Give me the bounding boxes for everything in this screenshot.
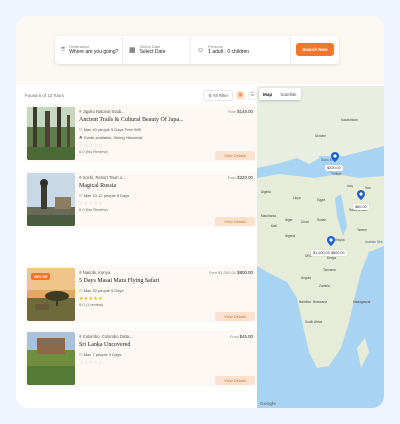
- filter-label: All Filter: [212, 92, 228, 98]
- country-label: Egypt: [317, 198, 326, 202]
- map-pin-icon[interactable]: [327, 236, 335, 246]
- map-pin-icon[interactable]: [357, 190, 365, 200]
- country-label: Ukraine: [315, 134, 326, 138]
- tour-card[interactable]: ⌾ Sochi, Resort Town o... From$220.00 Ma…: [25, 171, 257, 228]
- tour-price: From$45.00: [230, 334, 253, 339]
- tour-map[interactable]: Map Satellite Ukraine Kazakhstan Black S…: [257, 86, 384, 408]
- country-label: Kazakhstan: [341, 118, 358, 122]
- search-banner: ⌾ Destination Where are you going? ▦ Sel…: [16, 16, 384, 84]
- country-label: Iraq: [347, 184, 353, 188]
- tour-price: From$220.00: [227, 175, 253, 180]
- sea-label: Arabian Sea: [365, 240, 383, 244]
- tour-card[interactable]: ⌾ Colombo, Colombo Dista... From$45.00 S…: [25, 330, 257, 387]
- tour-image-srilanka[interactable]: [27, 332, 75, 385]
- tour-title[interactable]: Ancient Trails & Cultural Beauty Of Japa…: [79, 117, 255, 124]
- persons-field[interactable]: ☺ Persons 1 adult , 0 children: [191, 36, 291, 64]
- country-label: Tanzania: [323, 268, 336, 272]
- view-details-button[interactable]: View Details: [215, 312, 255, 321]
- map-type-toggle[interactable]: Map Satellite: [259, 88, 301, 100]
- country-label: Niger: [285, 218, 293, 222]
- country-label: Zambia: [319, 284, 330, 288]
- tour-title[interactable]: Sri Lanka Uncovered: [79, 342, 255, 349]
- tour-image-russia[interactable]: [27, 173, 75, 226]
- tour-count: Found 6 of 13 Tours: [25, 92, 64, 98]
- tour-meta: ⚇ Max 30 people 5 Days: [79, 288, 124, 293]
- country-label: Iran: [365, 186, 371, 190]
- satellite-tab[interactable]: Satellite: [276, 88, 300, 100]
- location-pin-icon: ⌾: [79, 334, 82, 339]
- country-label: Mauritania: [261, 214, 276, 218]
- country-label: Botswana: [313, 300, 327, 304]
- country-label: Kenya: [327, 256, 337, 260]
- page-frame: ⌾ Destination Where are you going? ▦ Sel…: [16, 16, 384, 408]
- country-label: Angola: [301, 276, 311, 280]
- date-field[interactable]: ▦ Select Date Select Date: [123, 36, 191, 64]
- rating-text: 5.0 (1 review): [79, 302, 104, 307]
- srilanka-photo: [27, 332, 75, 385]
- tour-price: From$149.00: [227, 109, 253, 114]
- country-label: Nigeria: [285, 234, 296, 238]
- rating-stars: ☆☆☆☆☆: [79, 360, 103, 366]
- guide-icon: ☘: [79, 135, 83, 140]
- google-logo: Google: [260, 401, 276, 406]
- location-pin-icon: ⌾: [61, 46, 66, 53]
- tour-list: Found 6 of 13 Tours ⚙ All Filter ▦ ☰ ⌾ J…: [25, 86, 257, 408]
- tour-image-forest[interactable]: [27, 107, 75, 160]
- group-icon: ⚇: [79, 352, 83, 357]
- map-price-label[interactable]: $80.00: [353, 204, 369, 210]
- tour-card[interactable]: ⌾ Jigoku Natonal Stadi... From$149.00 An…: [25, 105, 257, 162]
- country-label: Yemen: [357, 228, 367, 232]
- tour-meta: ⚇ Max 7 people 3 Days: [79, 352, 122, 357]
- tour-title[interactable]: Magical Russia: [79, 183, 255, 190]
- map-price-label[interactable]: $220.00: [325, 165, 343, 171]
- group-icon: ⚇: [79, 288, 83, 293]
- view-details-button[interactable]: View Details: [215, 376, 255, 385]
- map-pin-icon[interactable]: [331, 152, 339, 162]
- country-label: Chad: [301, 220, 309, 224]
- persons-input[interactable]: 1 adult , 0 children: [208, 49, 249, 56]
- location-pin-icon: ⌾: [79, 109, 82, 114]
- map-price-label[interactable]: $1,000.00 $800.00: [311, 250, 347, 256]
- grid-view-icon[interactable]: ▦: [236, 90, 245, 100]
- tour-price: From$1,000.00 $800.00: [208, 270, 253, 275]
- tour-location: ⌾ Colombo, Colombo Dista...: [79, 334, 133, 339]
- rating-text: 0.0 (No Review): [79, 207, 108, 212]
- original-price: $1,000.00: [218, 270, 236, 275]
- view-details-button[interactable]: View Details: [215, 151, 255, 160]
- date-input[interactable]: Select Date: [140, 49, 166, 56]
- all-filter-button[interactable]: ⚙ All Filter: [203, 89, 233, 101]
- tour-title[interactable]: 5 Days Masai Mara Flying Safari: [79, 278, 255, 285]
- tour-meta: ⚇ Max 10-12 people 8 Days: [79, 193, 130, 198]
- tour-search-bar: ⌾ Destination Where are you going? ▦ Sel…: [55, 36, 339, 64]
- group-icon: ⚇: [79, 127, 83, 132]
- map-tab[interactable]: Map: [259, 88, 276, 100]
- list-header: Found 6 of 13 Tours ⚙ All Filter ▦ ☰: [25, 86, 257, 104]
- view-details-button[interactable]: View Details: [215, 217, 255, 226]
- destination-field[interactable]: ⌾ Destination Where are you going?: [55, 36, 123, 64]
- country-label: Madagascar: [353, 300, 371, 304]
- destination-input[interactable]: Where are you going?: [69, 49, 118, 56]
- forest-photo: [27, 107, 75, 160]
- calendar-icon: ▦: [129, 47, 136, 54]
- country-label: Sudan: [317, 218, 327, 222]
- country-label: Algeria: [261, 190, 271, 194]
- tour-amenities: ☘ Guide available, Hiking Historical: [79, 135, 143, 140]
- country-label: South Africa: [305, 320, 323, 324]
- country-label: Mali: [271, 224, 277, 228]
- location-pin-icon: ⌾: [79, 175, 82, 180]
- tour-image-safari[interactable]: 20% Off: [27, 268, 75, 321]
- person-icon: ☺: [197, 46, 205, 54]
- country-label: Libya: [293, 196, 301, 200]
- location-pin-icon: ⌾: [79, 270, 82, 275]
- country-label: Namibia: [299, 300, 311, 304]
- country-label: Türkiye: [331, 172, 342, 176]
- discount-badge: 20% Off: [31, 273, 51, 280]
- group-icon: ⚇: [79, 193, 83, 198]
- tour-card[interactable]: 20% Off ⌾ Nairobi, Kenya From$1,000.00 $…: [25, 266, 257, 323]
- list-view-icon[interactable]: ☰: [248, 90, 257, 100]
- tour-meta: ⚇ Max 40 people 5 Days Free Wifi: [79, 127, 141, 132]
- russia-photo: [27, 173, 75, 226]
- search-now-button[interactable]: Search Now: [296, 43, 334, 56]
